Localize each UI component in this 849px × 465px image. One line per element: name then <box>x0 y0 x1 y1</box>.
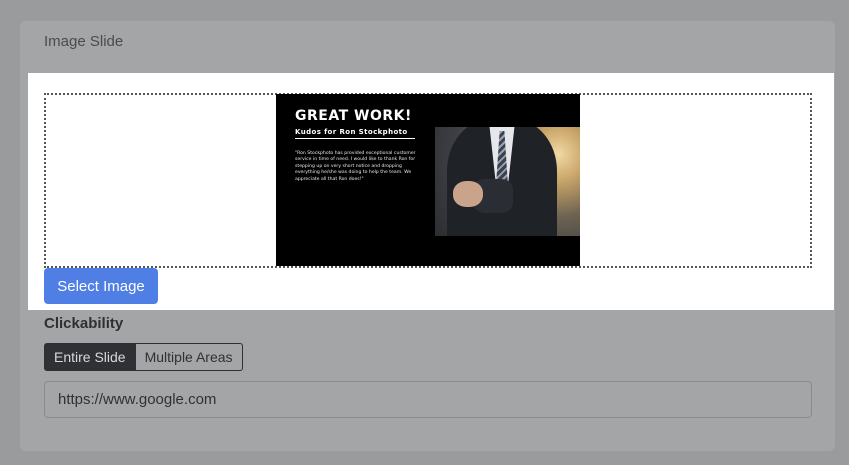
select-image-button[interactable]: Select Image <box>44 268 158 304</box>
slide-quote: "Ron Stockphoto has provided exceptional… <box>295 151 416 182</box>
card-title: Image Slide <box>44 33 124 50</box>
photo-pointing-hand <box>453 181 483 207</box>
link-url-input[interactable] <box>44 381 812 418</box>
clickability-toggle-group: Entire Slide Multiple Areas <box>44 343 243 371</box>
slide-divider <box>295 138 415 139</box>
clickability-label: Clickability <box>44 315 124 332</box>
entire-slide-option[interactable]: Entire Slide <box>44 343 136 371</box>
businessman-pointing-photo <box>435 127 580 236</box>
slide-heading: GREAT WORK! <box>295 108 412 124</box>
multiple-areas-option[interactable]: Multiple Areas <box>135 343 243 371</box>
slide-image-preview: GREAT WORK! Kudos for Ron Stockphoto "Ro… <box>276 94 580 266</box>
slide-subheading: Kudos for Ron Stockphoto <box>295 128 408 136</box>
